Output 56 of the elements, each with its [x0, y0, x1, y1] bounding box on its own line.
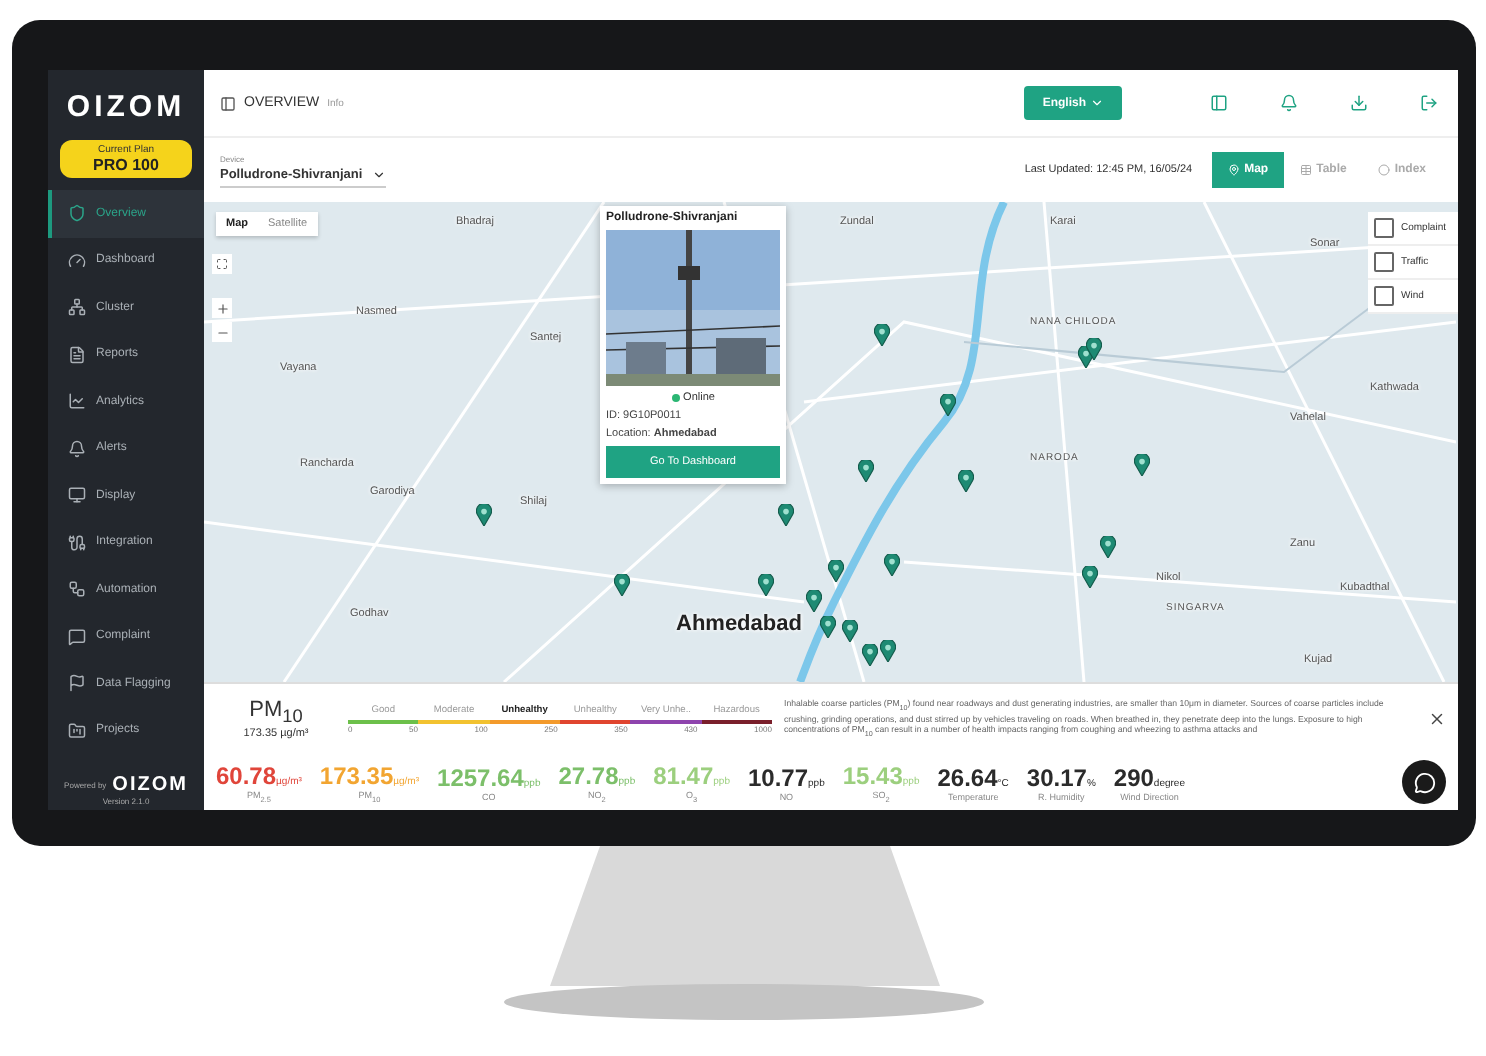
map-pin-icon[interactable]	[476, 504, 492, 526]
map-pin-icon[interactable]	[1082, 566, 1098, 588]
folder-icon	[68, 721, 86, 740]
map-pin-icon[interactable]	[614, 574, 630, 596]
bell-icon[interactable]	[1280, 94, 1298, 112]
pollutant-name: PM$_{10}$	[249, 698, 303, 728]
zoom-in-button[interactable]	[212, 298, 232, 318]
cable-icon	[68, 533, 86, 552]
map-pin-icon[interactable]	[1134, 454, 1150, 476]
map-pin-icon[interactable]	[806, 590, 822, 612]
footer-logo: OIZOM	[112, 774, 188, 796]
map-pin-icon[interactable]	[778, 504, 794, 526]
map-pin-icon[interactable]	[1086, 338, 1102, 360]
layer-checkbox[interactable]	[1374, 286, 1395, 306]
flag-icon	[68, 674, 86, 693]
chat-button[interactable]	[1402, 760, 1446, 804]
map-pin-icon[interactable]	[858, 460, 874, 482]
chat-icon	[1413, 771, 1435, 793]
map-pin-icon[interactable]	[828, 560, 844, 582]
workflow-icon	[68, 580, 86, 599]
map-pin-icon[interactable]	[958, 470, 974, 492]
circle-icon	[1378, 164, 1391, 176]
shield-icon	[68, 204, 86, 223]
map-pin-icon[interactable]	[758, 574, 774, 596]
map-pin-icon[interactable]	[874, 324, 890, 346]
logo: OIZOM	[64, 88, 188, 128]
map-pin-icon[interactable]	[1100, 536, 1116, 558]
caret-icon	[1090, 96, 1104, 110]
map-pin-icon[interactable]	[884, 554, 900, 576]
network-icon	[68, 298, 86, 317]
page-icon	[220, 95, 236, 111]
layer-checkbox[interactable]	[1374, 218, 1395, 238]
map-pin-icon[interactable]	[842, 620, 858, 642]
fullscreen-button[interactable]	[212, 254, 232, 274]
pin-icon	[1228, 164, 1241, 176]
place-label: Ahmedabad	[676, 612, 802, 636]
monitor-icon	[68, 486, 86, 505]
plan-name: PRO 100	[91, 156, 161, 174]
chart-icon	[68, 392, 86, 411]
logout-icon[interactable]	[1420, 94, 1438, 112]
map-pin-icon[interactable]	[940, 394, 956, 416]
map-pin-icon[interactable]	[862, 644, 878, 666]
plus-icon	[215, 301, 229, 315]
bell-icon	[68, 439, 86, 458]
map-pin-icon[interactable]	[820, 616, 836, 638]
map-pin-icon[interactable]	[880, 640, 896, 662]
gauge-icon	[68, 251, 86, 270]
table-icon	[1300, 164, 1313, 176]
layout-icon[interactable]	[1210, 94, 1228, 112]
document-icon	[68, 345, 86, 364]
download-icon[interactable]	[1350, 94, 1368, 112]
status-dot-icon	[671, 394, 680, 402]
layer-checkbox[interactable]	[1374, 252, 1395, 272]
caret-icon	[372, 167, 387, 181]
close-icon[interactable]	[1428, 710, 1446, 728]
message-icon	[68, 627, 86, 646]
